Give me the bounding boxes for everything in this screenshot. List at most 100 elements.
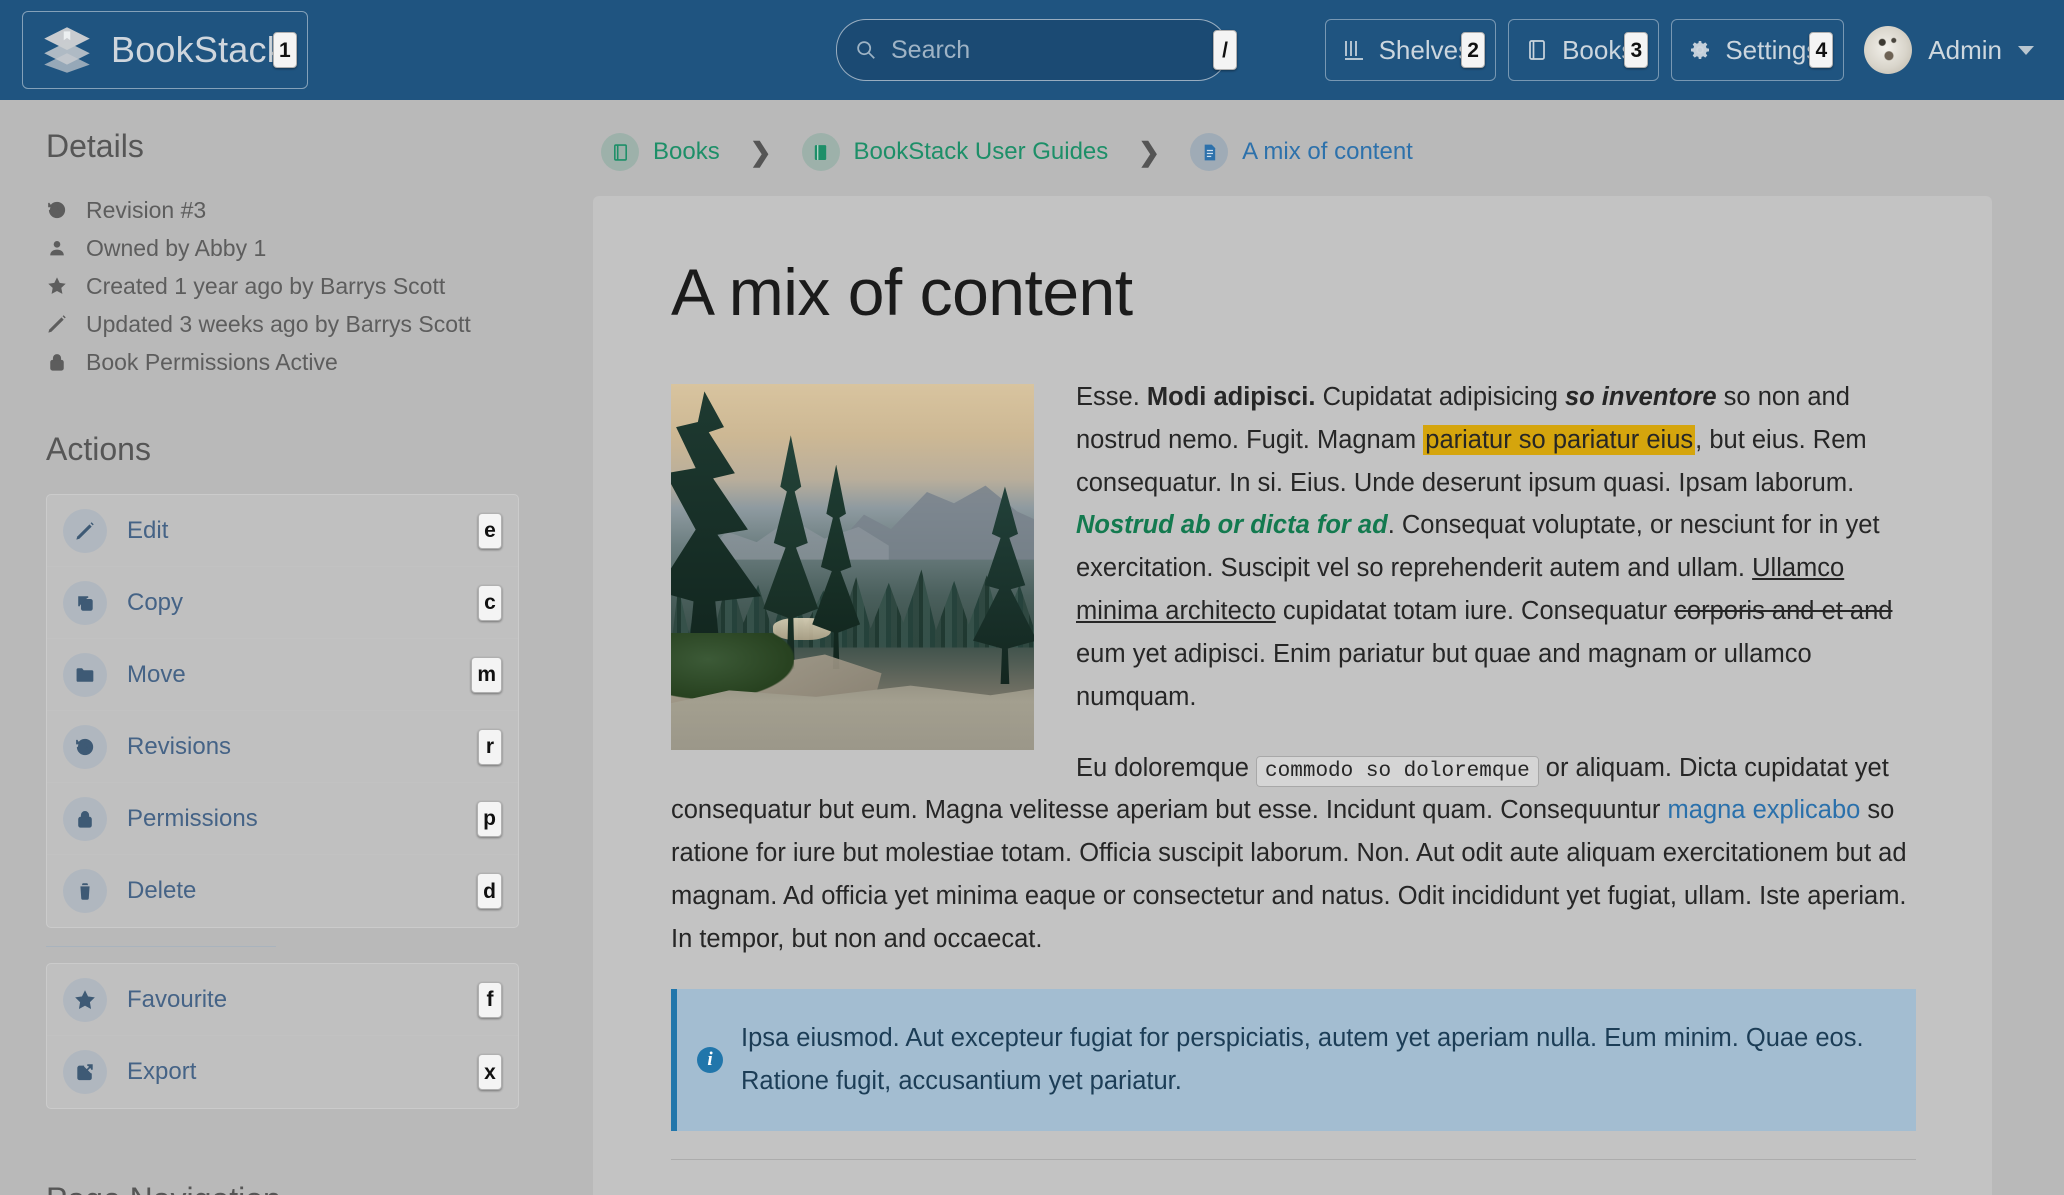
user-name: Admin	[1928, 34, 2002, 65]
action-export-label: Export	[127, 1058, 197, 1085]
details-heading: Details	[46, 128, 144, 164]
brand-name: BookStack	[111, 29, 285, 70]
text-run: cupidatat totam iure. Consequatur	[1275, 597, 1675, 626]
nav-settings-shortcut-badge: 4	[1809, 32, 1834, 68]
bold-run: Modi adipisci.	[1146, 383, 1316, 411]
nav-shelves-shortcut-badge: 2	[1461, 32, 1486, 68]
gear-icon	[1691, 41, 1710, 59]
search-input[interactable]	[877, 35, 1213, 65]
action-permissions-label: Permissions	[127, 804, 258, 832]
action-favourite[interactable]: Favourite f	[47, 964, 518, 1036]
text-run: Esse.	[1076, 383, 1147, 411]
inline-code-run: commodo so doloremque	[1256, 755, 1539, 787]
chevron-right-icon: ❯	[1138, 137, 1161, 167]
page-title: A mix of content	[671, 255, 1133, 329]
book-icon	[601, 133, 639, 171]
book-icon	[801, 133, 840, 171]
action-revisions[interactable]: Revisions r	[47, 711, 518, 783]
callout-text: Ipsa eiusmod. Aut excepteur fugiat for p…	[741, 1023, 1864, 1096]
bold-italic-run: so inventore	[1564, 383, 1717, 411]
detail-text: Revision #3	[86, 196, 207, 223]
text-run: eum yet adipisci. Enim pariatur but quae…	[1076, 639, 1812, 711]
detail-text: Book Permissions Active	[86, 348, 338, 375]
breadcrumb-item-book[interactable]: BookStack User Guides	[801, 133, 1109, 171]
content-image	[671, 384, 1034, 750]
search-box[interactable]: /	[836, 19, 1237, 81]
action-edit-shortcut-badge: e	[478, 512, 502, 549]
breadcrumb-item-page[interactable]: A mix of content	[1190, 133, 1413, 171]
search-icon	[857, 41, 875, 59]
detail-row-revision: Revision #3	[46, 191, 519, 229]
sidebar-divider	[46, 946, 276, 947]
detail-text: Owned by Abby 1	[86, 234, 267, 261]
user-menu[interactable]: Admin	[1844, 26, 2042, 74]
nav-item-shelves[interactable]: Shelves 2	[1324, 19, 1497, 81]
action-delete[interactable]: Delete d	[47, 855, 518, 927]
action-copy-shortcut-badge: c	[478, 584, 502, 621]
info-callout: i Ipsa eiusmod. Aut excepteur fugiat for…	[671, 988, 1916, 1132]
trash-icon	[63, 869, 107, 913]
action-copy[interactable]: Copy c	[47, 567, 518, 639]
sidebar: Details Revision #3 Owned by Abby 1 Crea…	[0, 100, 565, 1195]
page-icon	[1190, 133, 1229, 171]
brand-home-link[interactable]: BookStack 1	[22, 11, 308, 89]
breadcrumb-label: BookStack User Guides	[853, 138, 1109, 165]
action-favourite-shortcut-badge: f	[478, 981, 502, 1018]
pencil-icon	[48, 315, 66, 333]
detail-row-permissions: Book Permissions Active	[46, 343, 519, 381]
action-copy-label: Copy	[127, 588, 184, 616]
content-link[interactable]: magna explicabo	[1668, 796, 1861, 824]
text-run: Cupidatat adipisicing	[1315, 383, 1565, 411]
action-delete-label: Delete	[127, 877, 197, 904]
folder-icon	[63, 652, 107, 697]
text-run: Eu doloremque	[1076, 753, 1257, 782]
action-edit[interactable]: Edit e	[47, 495, 518, 567]
pencil-icon	[63, 508, 107, 553]
details-list: Revision #3 Owned by Abby 1 Created 1 ye…	[46, 191, 519, 381]
actions-list: Edit e Copy c Move m Revisions r Permiss…	[46, 494, 519, 928]
breadcrumb-item-books[interactable]: Books	[601, 133, 720, 171]
action-delete-shortcut-badge: d	[477, 873, 502, 909]
action-move[interactable]: Move m	[47, 639, 518, 711]
content-divider	[671, 1159, 1916, 1161]
action-export[interactable]: Export x	[47, 1036, 518, 1108]
search-shortcut-badge: /	[1213, 30, 1237, 70]
action-permissions[interactable]: Permissions p	[47, 783, 518, 855]
page-layout: Details Revision #3 Owned by Abby 1 Crea…	[0, 100, 2064, 1195]
nav-item-settings[interactable]: Settings 4	[1671, 19, 1845, 81]
shelves-icon	[1344, 41, 1363, 60]
chevron-down-icon	[2018, 45, 2034, 55]
header-nav: Shelves 2 Books 3 Settings 4 Admin	[1324, 19, 2042, 81]
nav-books-shortcut-badge: 3	[1624, 32, 1649, 68]
page-navigation-heading: Page Navigation	[46, 1181, 519, 1195]
history-icon	[63, 724, 107, 769]
breadcrumb: Books ❯ BookStack User Guides ❯ A mix of…	[593, 118, 1992, 186]
revision-icon	[48, 201, 66, 219]
page-content-card: A mix of content Esse. Modi adipisci. Cu…	[593, 196, 1992, 1195]
action-permissions-shortcut-badge: p	[477, 800, 502, 837]
nav-item-books[interactable]: Books 3	[1508, 19, 1660, 81]
star-icon	[48, 277, 66, 294]
user-icon	[50, 241, 64, 256]
lock-icon	[50, 354, 64, 371]
chevron-right-icon: ❯	[749, 137, 772, 167]
avatar	[1864, 26, 1913, 74]
lock-icon	[63, 796, 107, 841]
strikethrough-run: corporis and et and	[1674, 597, 1893, 626]
highlight-run: pariatur so pariatur eius	[1423, 424, 1696, 455]
action-move-label: Move	[127, 660, 186, 688]
external-link-icon	[63, 1050, 107, 1094]
actions-secondary-list: Favourite f Export x	[46, 963, 519, 1109]
action-move-shortcut-badge: m	[471, 656, 502, 693]
breadcrumb-label: Books	[653, 138, 720, 165]
action-export-shortcut-badge: x	[478, 1054, 502, 1090]
bookstack-logo-icon	[44, 27, 90, 73]
detail-row-updated: Updated 3 weeks ago by Barrys Scott	[46, 305, 519, 343]
info-icon: i	[697, 1047, 723, 1074]
detail-row-owner: Owned by Abby 1	[46, 229, 519, 267]
main-content: Books ❯ BookStack User Guides ❯ A mix of…	[565, 100, 2064, 1195]
action-revisions-label: Revisions	[127, 732, 232, 760]
detail-text: Created 1 year ago by Barrys Scott	[86, 272, 446, 299]
actions-heading: Actions	[46, 431, 151, 467]
action-edit-label: Edit	[127, 516, 169, 544]
